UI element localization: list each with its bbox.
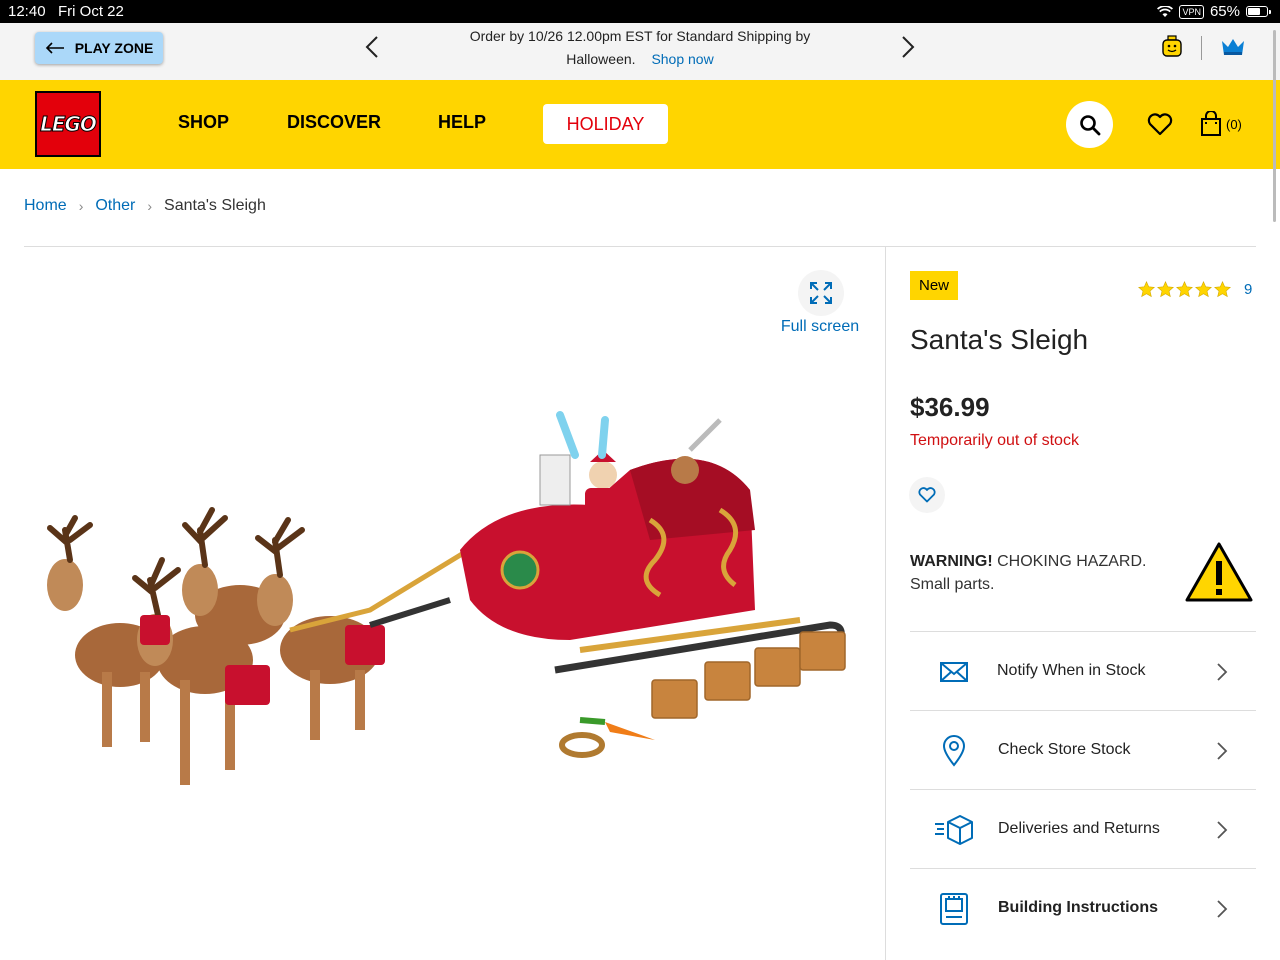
warning-title: WARNING!	[910, 553, 993, 570]
promo-line-2: Halloween.	[566, 51, 636, 67]
pretzel-illustration	[559, 732, 605, 758]
deliveries-and-returns-row[interactable]: Deliveries and Returns	[910, 789, 1256, 868]
chevron-right-icon	[1217, 663, 1228, 681]
product-title: Santa's Sleigh	[910, 324, 1089, 355]
gift-boxes-illustration	[651, 631, 846, 719]
breadcrumb-separator-icon: ›	[78, 198, 84, 214]
warning-triangle-icon	[1185, 542, 1253, 602]
breadcrumb-category[interactable]: Other	[95, 197, 135, 215]
fullscreen-label[interactable]: Full screen	[770, 318, 870, 336]
lego-logo[interactable]: LEGO	[35, 91, 101, 157]
carrot-illustration	[605, 722, 655, 740]
sleigh-illustration	[460, 411, 845, 674]
fullscreen-button[interactable]	[798, 270, 844, 316]
action-label: Building Instructions	[998, 899, 1158, 916]
content-divider	[24, 246, 1256, 247]
product-image-santas-sleigh[interactable]	[30, 410, 860, 810]
bag-count: (0)	[1226, 117, 1242, 132]
action-label: Check Store Stock	[998, 741, 1131, 758]
expand-icon	[810, 282, 832, 304]
choking-hazard-warning: WARNING! CHOKING HAZARD. Small parts.	[910, 550, 1170, 596]
product-actions-list: Notify When in Stock Check Store Stock D…	[910, 631, 1256, 947]
chevron-right-icon	[1217, 742, 1228, 760]
breadcrumb: Home › Other › Santa's Sleigh	[24, 197, 266, 215]
warning-text: CHOKING HAZARD.	[992, 553, 1147, 570]
breadcrumb-separator-icon: ›	[147, 198, 153, 214]
envelope-icon	[940, 662, 968, 682]
promo-message: Order by 10/26 12.00pm EST for Standard …	[430, 25, 850, 71]
shopping-bag-icon[interactable]	[1200, 111, 1222, 137]
wishlist-heart-icon[interactable]	[1147, 113, 1173, 136]
promo-divider	[1201, 36, 1202, 60]
check-store-stock-row[interactable]: Check Store Stock	[910, 710, 1256, 789]
action-label: Notify When in Stock	[997, 662, 1146, 679]
heart-icon	[918, 487, 936, 503]
star-icon	[1176, 281, 1193, 298]
column-divider	[885, 247, 886, 960]
promo-prev-icon[interactable]	[364, 35, 380, 59]
rating-stars[interactable]	[1138, 281, 1231, 298]
promo-line-1: Order by 10/26 12.00pm EST for Standard …	[469, 28, 811, 44]
minifig-head-icon[interactable]	[1160, 35, 1184, 59]
search-icon	[1079, 114, 1100, 135]
battery-percent: 65%	[1209, 3, 1240, 20]
instructions-book-icon	[940, 893, 968, 925]
delivery-box-icon	[935, 815, 973, 845]
product-price: $36.99	[910, 392, 990, 422]
warning-line-2: Small parts.	[910, 576, 995, 593]
vpn-badge: VPN	[1179, 4, 1204, 19]
arrow-left-icon	[45, 42, 64, 54]
action-label: Deliveries and Returns	[998, 820, 1160, 837]
chevron-right-icon	[1217, 900, 1228, 918]
status-indicators: VPN 65%	[1157, 3, 1271, 20]
star-icon	[1195, 281, 1212, 298]
breadcrumb-home[interactable]: Home	[24, 197, 67, 215]
promo-next-icon[interactable]	[900, 35, 916, 59]
location-pin-icon	[942, 735, 966, 767]
notify-when-in-stock-row[interactable]: Notify When in Stock	[910, 631, 1256, 710]
play-zone-label: PLAY ZONE	[74, 40, 154, 56]
building-instructions-row[interactable]: Building Instructions	[910, 868, 1256, 947]
nav-help[interactable]: HELP	[438, 112, 486, 133]
add-to-wishlist-button[interactable]	[909, 477, 945, 513]
review-count[interactable]: 9	[1244, 281, 1252, 298]
breadcrumb-current: Santa's Sleigh	[164, 197, 266, 214]
wifi-icon	[1157, 5, 1174, 17]
nav-holiday-button[interactable]: HOLIDAY	[543, 104, 668, 144]
chevron-right-icon	[1217, 821, 1228, 839]
star-icon	[1138, 281, 1155, 298]
status-date: Fri Oct 22	[58, 3, 124, 20]
vip-crown-icon[interactable]	[1221, 38, 1245, 56]
shop-now-link[interactable]: Shop now	[651, 51, 713, 67]
promo-bar: PLAY ZONE Order by 10/26 12.00pm EST for…	[0, 23, 1280, 80]
main-navigation: LEGO SHOP DISCOVER HELP HOLIDAY (0)	[0, 80, 1280, 169]
battery-icon	[1246, 6, 1271, 17]
stock-status: Temporarily out of stock	[910, 432, 1079, 449]
play-zone-button[interactable]: PLAY ZONE	[35, 32, 163, 64]
new-badge: New	[910, 271, 959, 300]
nav-discover[interactable]: DISCOVER	[287, 112, 381, 133]
star-icon	[1157, 281, 1174, 298]
page-scrollbar[interactable]	[1273, 30, 1276, 222]
search-button[interactable]	[1066, 101, 1113, 148]
status-time: 12:40	[8, 3, 46, 20]
ios-status-bar: 12:40 Fri Oct 22 VPN 65%	[0, 0, 1280, 23]
nav-shop[interactable]: SHOP	[178, 112, 229, 133]
star-icon	[1214, 281, 1231, 298]
reindeer-illustration	[47, 507, 385, 785]
